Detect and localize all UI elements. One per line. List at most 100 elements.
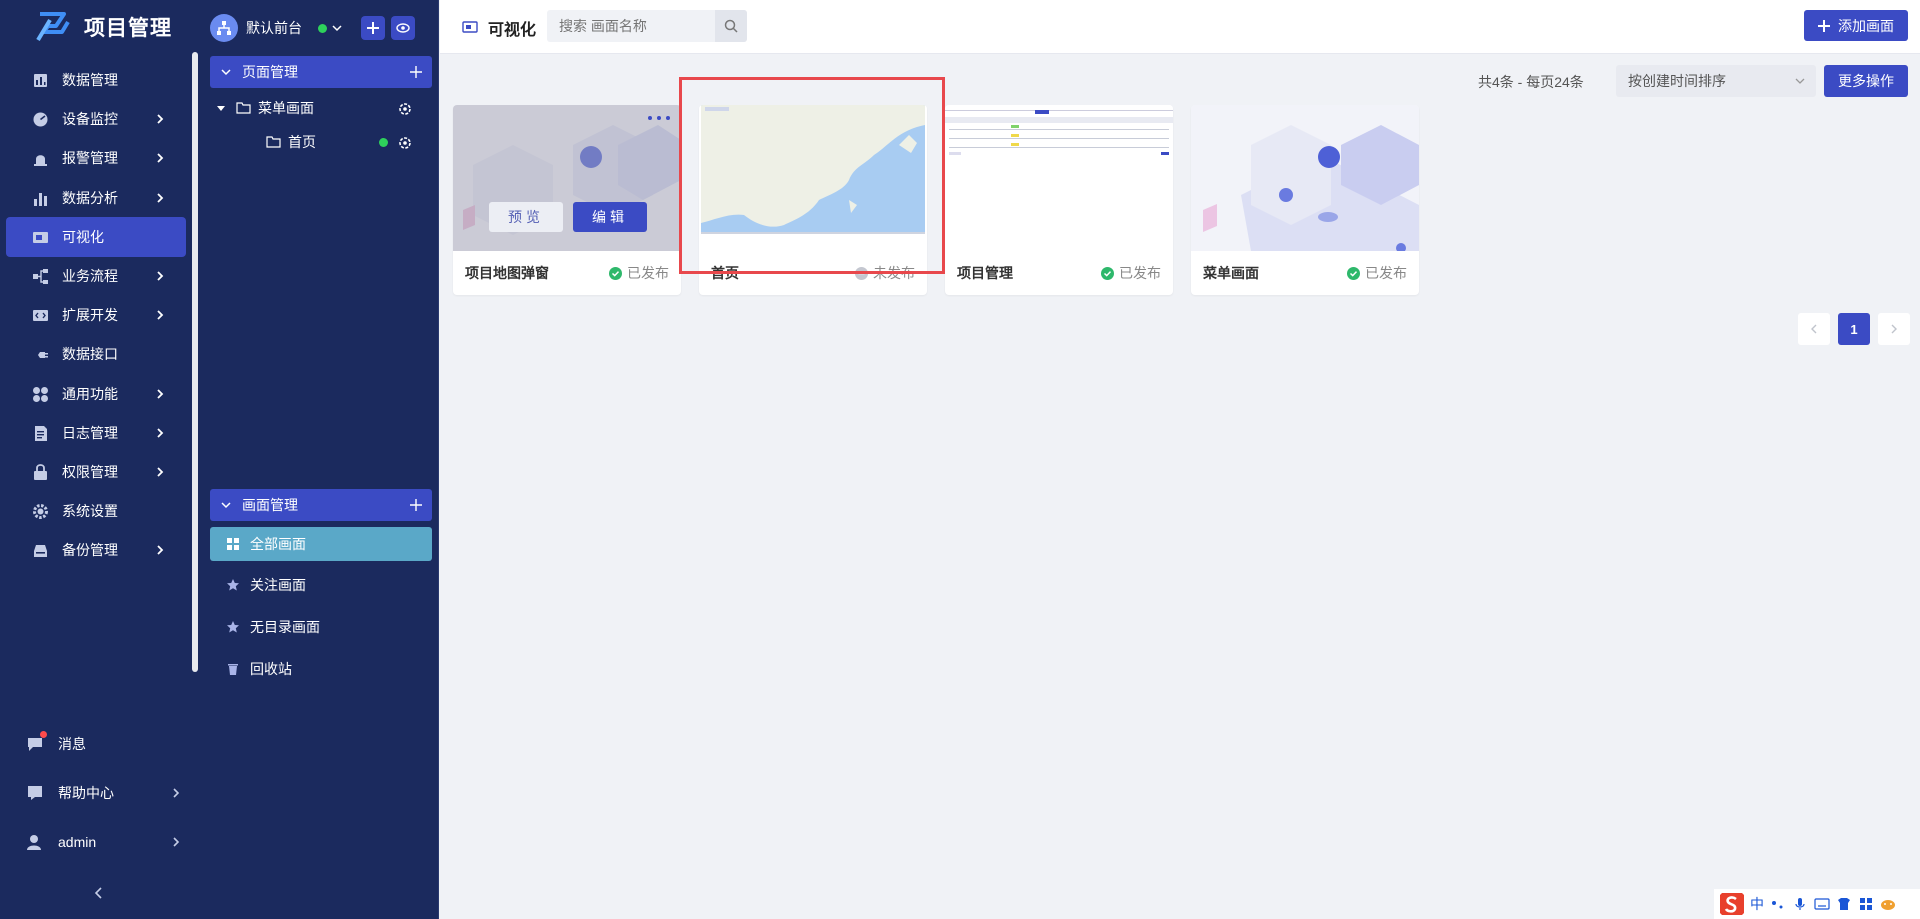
add-workspace-button[interactable] (361, 16, 385, 40)
nav-item-1[interactable]: 数据管理 (6, 60, 186, 100)
card-title: 项目地图弹窗 (465, 265, 549, 281)
monitor-icon (30, 109, 50, 129)
database-icon (30, 70, 50, 90)
trash-icon (228, 664, 238, 675)
nav-item-12[interactable]: 系统设置 (6, 491, 186, 531)
status-label: 已发布 (627, 265, 669, 281)
tree-folder-menu-screen[interactable]: 菜单画面 (216, 93, 314, 123)
edit-button[interactable]: 编辑 (573, 202, 647, 232)
workspace-avatar[interactable] (210, 14, 238, 42)
online-status-dot (318, 23, 327, 33)
nav-item-8[interactable]: 数据接口 (6, 334, 186, 374)
chevron-right-icon (157, 389, 164, 399)
prev-page-button[interactable] (1798, 313, 1830, 345)
nav-item-4[interactable]: 数据分析 (6, 178, 186, 218)
nav-item-11[interactable]: 权限管理 (6, 452, 186, 492)
screen-card[interactable]: 首页 未发布 (699, 105, 927, 295)
page-management-title: 页面管理 (242, 64, 298, 80)
chevron-right-icon (157, 271, 164, 281)
status-label: 未发布 (873, 265, 915, 281)
toolbox-icon[interactable] (1858, 897, 1874, 911)
add-screen-icon[interactable] (408, 497, 424, 513)
mascot-icon[interactable] (1880, 897, 1896, 911)
more-actions-button[interactable]: 更多操作 (1824, 65, 1908, 97)
card-title: 首页 (711, 265, 739, 281)
sitemap-icon (217, 21, 231, 35)
add-page-icon[interactable] (408, 64, 424, 80)
sogou-logo-icon[interactable] (1718, 891, 1746, 917)
skin-icon[interactable] (1836, 897, 1852, 911)
nav-item-label: 设备监控 (62, 111, 118, 127)
screen-management-header[interactable]: 画面管理 (210, 489, 432, 521)
preview-button[interactable]: 预览 (489, 202, 563, 232)
workspace-name[interactable]: 默认前台 (246, 18, 302, 38)
keyboard-icon[interactable] (1814, 897, 1830, 911)
check-circle-icon (1347, 266, 1360, 280)
nav-item-label: 可视化 (62, 229, 104, 245)
plus-icon (1818, 19, 1830, 32)
screen-filter-followed[interactable]: 关注画面 (210, 568, 432, 602)
nav-user[interactable]: admin (0, 822, 200, 862)
check-circle-icon (1101, 266, 1114, 280)
screen-filter-no-folder[interactable]: 无目录画面 (210, 610, 432, 644)
nav-item-3[interactable]: 报警管理 (6, 138, 186, 178)
nav-item-2[interactable]: 设备监控 (6, 99, 186, 139)
view-workspace-button[interactable] (391, 16, 415, 40)
nav-item-label: 日志管理 (62, 425, 118, 441)
page-management-header[interactable]: 页面管理 (210, 56, 432, 88)
card-thumbnail (1191, 105, 1419, 251)
card-title: 项目管理 (957, 265, 1013, 281)
page-title: 可视化 (488, 22, 537, 39)
screen-filter-trash-label: 回收站 (250, 661, 292, 677)
nav-item-label: 权限管理 (62, 464, 118, 480)
nav-item-label: 通用功能 (62, 386, 118, 402)
nav-item-label: 备份管理 (62, 542, 118, 558)
nav-scrollbar[interactable] (192, 52, 198, 672)
user-icon (26, 833, 44, 851)
search-input[interactable] (547, 10, 715, 42)
settings-icon[interactable] (397, 135, 413, 151)
nav-item-9[interactable]: 通用功能 (6, 374, 186, 414)
collapse-icon[interactable] (90, 884, 108, 902)
nav-item-7[interactable]: 扩展开发 (6, 295, 186, 335)
nav-item-label: 扩展开发 (62, 307, 118, 323)
table-thumbnail (945, 105, 1173, 251)
ime-mode[interactable]: 中 (1750, 894, 1764, 914)
nav-help[interactable]: 帮助中心 (0, 773, 200, 813)
add-screen-button[interactable]: 添加画面 (1804, 10, 1908, 41)
tree-page-label: 首页 (288, 134, 316, 150)
chevron-down-icon[interactable] (331, 22, 343, 34)
search-button[interactable] (715, 10, 747, 42)
next-page-button[interactable] (1878, 313, 1910, 345)
screen-filter-trash[interactable]: 回收站 (210, 652, 432, 686)
add-screen-label: 添加画面 (1838, 17, 1894, 34)
tree-folder-label: 菜单画面 (258, 100, 314, 116)
screen-card[interactable]: 菜单画面 已发布 (1191, 105, 1419, 295)
sort-select-value: 按创建时间排序 (1628, 73, 1726, 89)
log-icon (30, 423, 50, 443)
more-dots-icon[interactable] (647, 113, 671, 123)
tree-page-home[interactable]: 首页 (266, 127, 316, 157)
code-icon (30, 305, 50, 325)
nav-item-6[interactable]: 业务流程 (6, 256, 186, 296)
map-thumbnail (699, 105, 927, 251)
nav-messages[interactable]: 消息 (0, 724, 200, 764)
page-number[interactable]: 1 (1838, 313, 1870, 345)
chevron-right-icon (157, 114, 164, 124)
search-box (547, 10, 747, 42)
nav-item-5[interactable]: 可视化 (6, 217, 186, 257)
settings-icon[interactable] (397, 101, 413, 117)
card-footer: 菜单画面 已发布 (1191, 251, 1419, 295)
nav-item-13[interactable]: 备份管理 (6, 530, 186, 570)
nav-item-10[interactable]: 日志管理 (6, 413, 186, 453)
microphone-icon[interactable] (1792, 897, 1808, 911)
chevron-down-icon (221, 502, 231, 509)
chevron-right-icon (173, 837, 180, 847)
screen-filter-all[interactable]: 全部画面 (210, 527, 432, 561)
screen-card[interactable]: 项目管理 已发布 (945, 105, 1173, 295)
punctuation-icon[interactable] (1770, 897, 1786, 911)
caret-down-icon (217, 106, 225, 111)
screen-card[interactable]: 预览 编辑 项目地图弹窗 已发布 (453, 105, 681, 295)
top-bar: 可视化 添加画面 (440, 0, 1920, 54)
sort-select[interactable]: 按创建时间排序 (1616, 65, 1816, 97)
